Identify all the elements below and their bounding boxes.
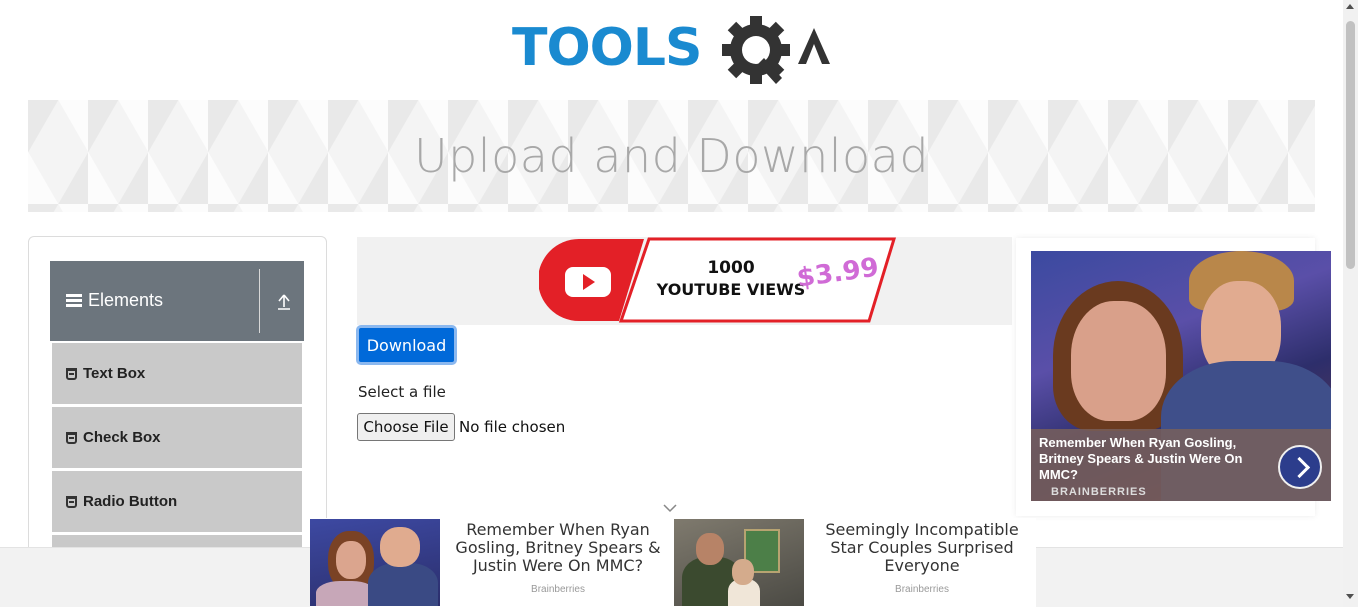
download-button[interactable]: Download <box>356 325 457 365</box>
menu-icon <box>66 294 82 307</box>
page: TOOLS Upload and Download Elements Text … <box>0 0 1358 607</box>
ad-headline: Remember When Ryan Gosling, Britney Spea… <box>1039 435 1243 482</box>
scroll-down-icon[interactable] <box>1346 594 1354 599</box>
ad-source: BRAINBERRIES <box>1051 486 1147 498</box>
sidebar-item-check-box[interactable]: Check Box <box>50 406 304 468</box>
sidebar-item-label: Text Box <box>83 365 146 382</box>
ad-card[interactable]: Seemingly Incompatible Star Couples Surp… <box>674 518 1037 607</box>
sidebar-group-elements[interactable]: Elements <box>50 261 304 341</box>
ad-card-source: Brainberries <box>895 584 949 595</box>
youtube-views-ad[interactable]: 1000 YOUTUBE VIEWS $3.99 <box>357 237 1012 325</box>
youtube-ad-graphic: 1000 YOUTUBE VIEWS $3.99 <box>539 237 897 323</box>
ad-thumbnail <box>674 519 804 606</box>
ad-card-headline: Remember When Ryan Gosling, Britney Spea… <box>455 520 661 575</box>
ad-line1: 1000 <box>707 258 754 278</box>
sidebar-item-label: Radio Button <box>83 493 178 510</box>
scroll-up-icon[interactable] <box>1346 4 1354 9</box>
page-banner: Upload and Download <box>28 100 1315 212</box>
file-status-text: No file chosen <box>459 418 566 436</box>
sidebar-group-label: Elements <box>88 290 164 310</box>
choose-file-button[interactable]: Choose File <box>357 413 455 441</box>
html5-icon <box>66 495 77 508</box>
logo-text: TOOLS <box>512 18 702 78</box>
sidebar-item-text-box[interactable]: Text Box <box>50 342 304 404</box>
sidebar-item-radio-button[interactable]: Radio Button <box>50 470 304 532</box>
ad-card-headline: Seemingly Incompatible Star Couples Surp… <box>825 520 1019 575</box>
gear-icon <box>722 16 830 84</box>
sidebar-group-title: Elements <box>66 290 163 311</box>
chevron-right-icon[interactable] <box>1278 445 1322 489</box>
collapse-up-icon[interactable] <box>276 292 292 312</box>
header-divider <box>259 269 260 333</box>
html5-icon <box>66 431 77 444</box>
html5-icon <box>66 367 77 380</box>
ad-photo-face <box>1071 301 1166 421</box>
page-title: Upload and Download <box>413 129 930 183</box>
sidebar-item-label: Check Box <box>83 429 161 446</box>
right-ad[interactable]: Remember When Ryan Gosling, Britney Spea… <box>1031 251 1331 501</box>
ad-line2: YOUTUBE VIEWS <box>656 280 806 299</box>
ad-thumbnail <box>310 519 440 606</box>
ad-card-source: Brainberries <box>531 584 585 595</box>
select-file-label: Select a file <box>358 383 446 401</box>
ad-card[interactable]: Remember When Ryan Gosling, Britney Spea… <box>310 518 673 607</box>
scrollbar-thumb[interactable] <box>1346 21 1355 269</box>
scrollbar[interactable] <box>1343 0 1358 607</box>
bottom-ad: Remember When Ryan Gosling, Britney Spea… <box>310 518 1036 607</box>
toolsqa-logo[interactable]: TOOLS <box>512 16 837 90</box>
chevron-down-icon[interactable] <box>662 503 678 513</box>
right-ad-container: Remember When Ryan Gosling, Britney Spea… <box>1016 238 1331 516</box>
